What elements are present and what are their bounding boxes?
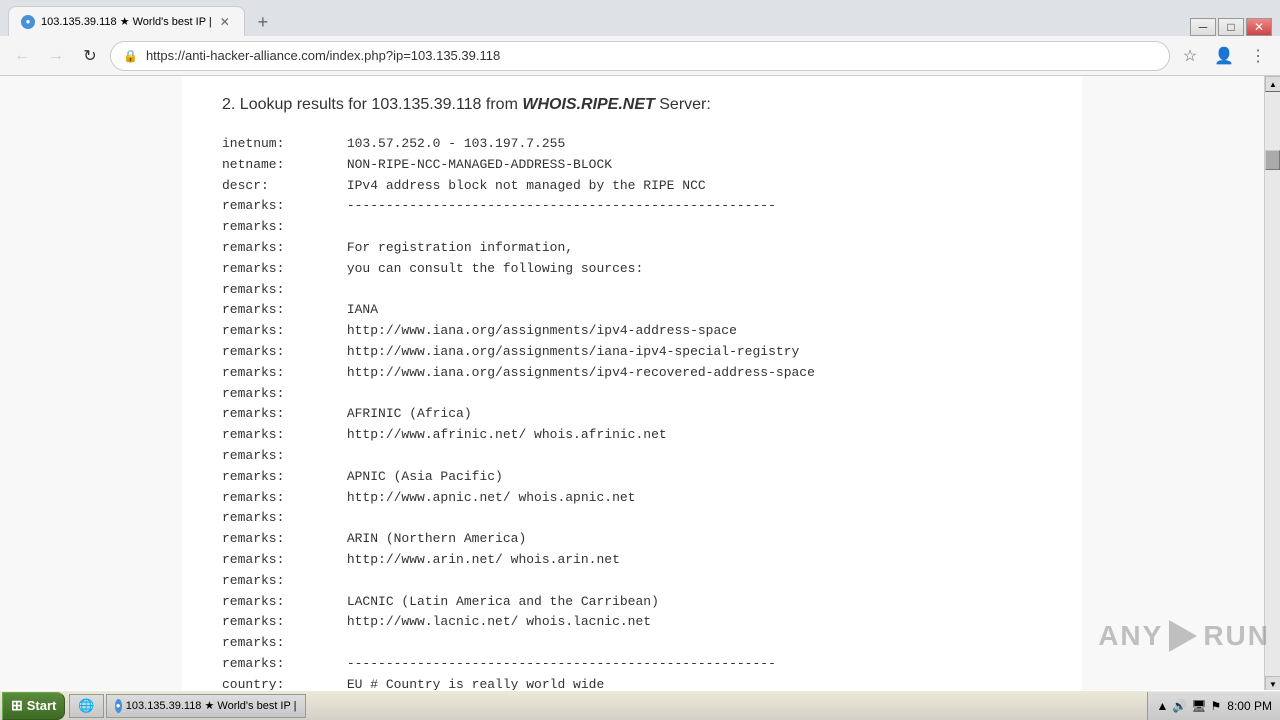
anyrun-watermark: ANY RUN [1098,620,1270,652]
page-content: 2. Lookup results for 103.135.39.118 fro… [0,76,1280,692]
new-tab-button[interactable]: + [249,8,277,36]
start-label: Start [27,698,57,713]
page-inner: 2. Lookup results for 103.135.39.118 fro… [182,76,1082,692]
tab-favicon: ● [21,15,35,29]
anyrun-text-any: ANY [1098,620,1163,652]
server-name: WHOIS.RIPE.NET [522,96,654,113]
window-controls: ─ □ ✕ [1190,18,1280,36]
taskbar-chrome-tab[interactable]: ● 103.135.39.118 ★ World's best IP | [106,694,306,718]
scrollbar-track [1265,92,1280,676]
tray-network-icon: 🖥 [1191,699,1206,713]
menu-button[interactable]: ⋮ [1244,42,1272,70]
ie-icon: 🌐 [78,698,94,714]
close-button[interactable]: ✕ [1246,18,1272,36]
taskbar-tab-title: 103.135.39.118 ★ World's best IP | [126,699,297,712]
maximize-button[interactable]: □ [1218,18,1244,36]
scrollbar: ▲ ▼ [1264,76,1280,692]
minimize-button[interactable]: ─ [1190,18,1216,36]
tray-flag-icon: ⚑ [1211,699,1222,713]
anyrun-play-icon [1169,620,1197,652]
forward-button[interactable]: → [42,42,70,70]
profile-button[interactable]: 👤 [1210,42,1238,70]
url-input[interactable] [146,48,1157,63]
tab-close-button[interactable]: ✕ [218,15,232,29]
ie-icon-btn[interactable]: 🌐 [69,694,103,718]
chrome-title-bar: ● 103.135.39.118 ★ World's best IP | ✕ +… [0,0,1280,36]
back-button[interactable]: ← [8,42,36,70]
toolbar-icons: ☆ 👤 ⋮ [1176,42,1272,70]
taskbar: ⊞ Start 🌐 ● 103.135.39.118 ★ World's bes… [0,690,1280,720]
tab-title-1: 103.135.39.118 ★ World's best IP | [41,15,212,28]
scrollbar-up-button[interactable]: ▲ [1265,76,1280,92]
taskbar-tab-favicon: ● [115,699,122,713]
whois-heading: 2. Lookup results for 103.135.39.118 fro… [222,96,1042,114]
start-logo-icon: ⊞ [11,697,23,714]
browser-tab-1[interactable]: ● 103.135.39.118 ★ World's best IP | ✕ [8,6,245,36]
tray-icon-up: ▲ [1156,699,1168,713]
heading-text: 2. Lookup results for 103.135.39.118 fro… [222,96,522,113]
taskbar-time: 8:00 PM [1227,699,1272,713]
heading-suffix: Server: [655,96,711,113]
address-bar[interactable]: 🔒 [110,41,1170,71]
start-button[interactable]: ⊞ Start [2,692,65,720]
lock-icon: 🔒 [123,49,138,63]
scrollbar-thumb[interactable] [1265,150,1280,170]
taskbar-right: ▲ 🔊 🖥 ⚑ 8:00 PM [1147,692,1280,720]
tray-icons: ▲ 🔊 🖥 ⚑ [1156,699,1221,713]
tray-volume-icon: 🔊 [1172,699,1187,713]
chrome-window: ● 103.135.39.118 ★ World's best IP | ✕ +… [0,0,1280,692]
reload-button[interactable]: ↻ [76,42,104,70]
anyrun-text-run: RUN [1203,620,1270,652]
whois-data: inetnum: 103.57.252.0 - 103.197.7.255 ne… [222,134,1042,692]
taskbar-middle: 🌐 ● 103.135.39.118 ★ World's best IP | [65,694,1147,718]
bookmark-button[interactable]: ☆ [1176,42,1204,70]
chrome-toolbar: ← → ↻ 🔒 ☆ 👤 ⋮ [0,36,1280,76]
